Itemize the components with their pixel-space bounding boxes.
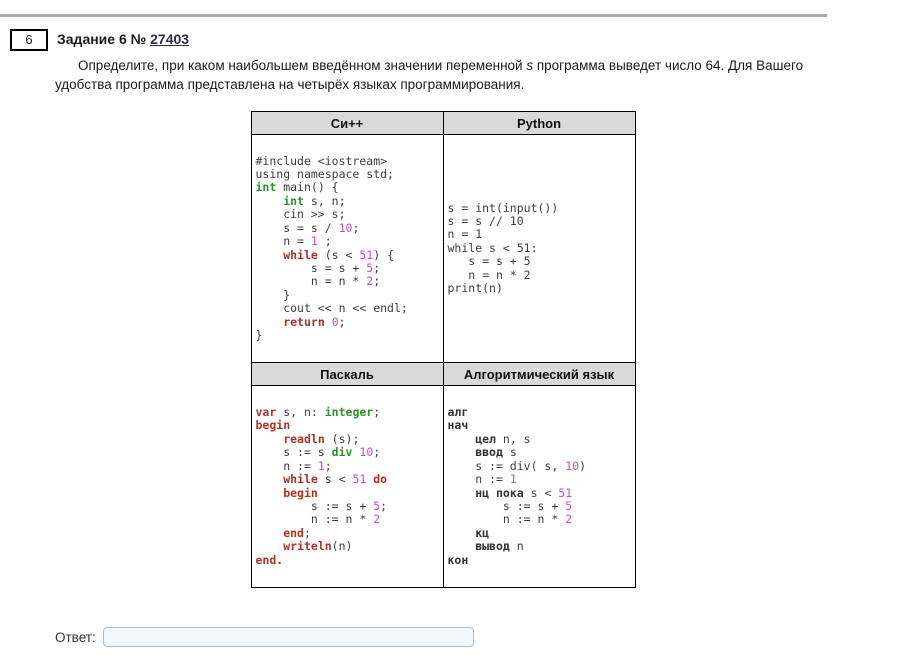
col-header-python: Python: [442, 111, 636, 135]
problem-text-part1: Определите, при каком наибольшем введённ…: [78, 58, 527, 73]
table-header-row-1: Си++ Python: [250, 111, 636, 135]
answer-input[interactable]: [102, 627, 474, 647]
code-cell-algo: алг нач цел n, s ввод s s := div( s, 10) …: [442, 385, 636, 588]
table-code-row-1: #include <iostream> using namespace std; i…: [250, 134, 636, 363]
code-cell-pascal: var s, n: integer; begin readln (s); s :=…: [250, 385, 444, 588]
problem-statement: Определите, при каком наибольшем введённ…: [55, 56, 827, 94]
code-cpp: #include <iostream> using namespace std; i…: [255, 153, 408, 342]
code-cell-python: s = int(input()) s = s // 10 n = 1 while s …: [442, 134, 636, 363]
col-header-algo: Алгоритмический язык: [442, 362, 636, 386]
task-title-label: Задание 6 №: [57, 31, 151, 47]
code-algo: алг нач цел n, s ввод s s := div( s, 10) …: [447, 405, 587, 567]
task-number-link[interactable]: 27403: [150, 31, 189, 47]
table-header-row-2: Паскаль Алгоритмический язык: [250, 362, 636, 386]
code-table: Си++ Python #include <iostream> using nam…: [250, 111, 636, 588]
task-content: Определите, при каком наибольшем введённ…: [55, 56, 831, 647]
task-header: 6 Задание 6 № 27403: [0, 29, 902, 52]
code-cell-cpp: #include <iostream> using namespace std; i…: [250, 134, 444, 363]
code-pascal: var s, n: integer; begin readln (s); s :=…: [255, 405, 388, 567]
top-divider: [0, 14, 827, 17]
table-code-row-2: var s, n: integer; begin readln (s); s :=…: [250, 385, 636, 588]
task-page: 6 Задание 6 № 27403 Определите, при како…: [0, 0, 902, 661]
col-header-cpp: Си++: [250, 111, 444, 135]
answer-label: Ответ:: [55, 629, 96, 645]
answer-row: Ответ:: [55, 627, 831, 647]
col-header-pascal: Паскаль: [250, 362, 444, 386]
task-title: Задание 6 № 27403: [57, 31, 189, 47]
task-index-box: 6: [10, 29, 48, 51]
code-python: s = int(input()) s = s // 10 n = 1 while s …: [447, 200, 559, 296]
